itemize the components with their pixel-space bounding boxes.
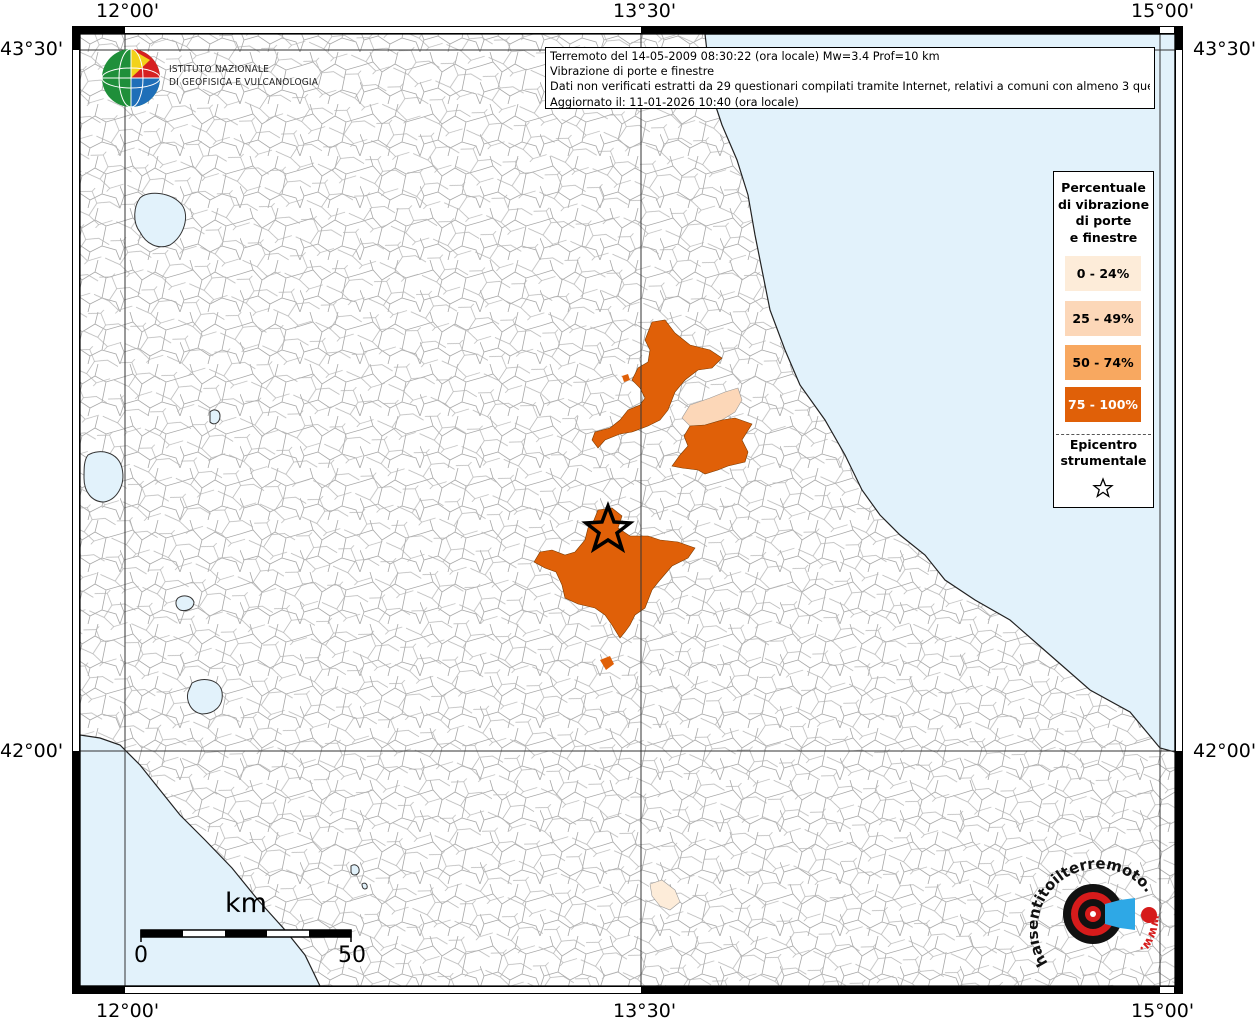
legend-title-4: e finestre bbox=[1069, 229, 1138, 245]
legend-title-1: Percentuale bbox=[1061, 180, 1146, 195]
lake-small-4 bbox=[361, 882, 368, 890]
ingv-logo-line2: DI GEOFISICA E VULCANOLOGIA bbox=[169, 76, 319, 88]
legend-title: Percentuale di vibrazione di porte e fin… bbox=[1054, 180, 1153, 246]
info-line-data: Dati non verificati estratti da 29 quest… bbox=[550, 80, 1150, 94]
ingv-logo-text: ISTITUTO NAZIONALE DI GEOFISICA E VULCAN… bbox=[169, 64, 318, 89]
legend-item-50-74: 50 - 74% bbox=[1065, 345, 1141, 380]
info-line-updated: Aggiornato il: 11-01-2026 10:40 (ora loc… bbox=[550, 95, 799, 109]
hsit-logo-text: haisentitoilterremoto.it www. bbox=[1030, 855, 1163, 970]
coord-bottom-left: 12°00' bbox=[96, 1000, 160, 1022]
coord-right-mid: 42°00' bbox=[1193, 740, 1256, 762]
scale-start: 0 bbox=[134, 943, 148, 968]
svg-text:www.: www. bbox=[1137, 915, 1163, 956]
coord-left-top: 43°30' bbox=[0, 38, 64, 60]
lake-bolsena bbox=[83, 451, 124, 503]
legend-item-75-100: 75 - 100% bbox=[1065, 387, 1141, 422]
ingv-logo-line1: ISTITUTO NAZIONALE bbox=[169, 64, 269, 75]
info-line-event: Terremoto del 14-05-2009 08:30:22 (ora l… bbox=[550, 50, 940, 63]
legend-epicenter-1: Epicentro bbox=[1069, 437, 1138, 452]
hsit-logo-url-text: www. bbox=[1137, 915, 1163, 956]
coord-top-mid: 13°30' bbox=[613, 0, 677, 22]
coord-left-mid: 42°00' bbox=[0, 740, 64, 762]
info-line-topic: Vibrazione di porte e finestre bbox=[550, 65, 715, 79]
lake-bracciano bbox=[187, 679, 223, 715]
coord-top-left: 12°00' bbox=[96, 0, 160, 22]
coord-right-top: 43°30' bbox=[1193, 38, 1256, 60]
lake-small-2 bbox=[209, 409, 221, 425]
svg-text:haisentitoilterremoto.it: haisentitoilterremoto.it bbox=[1030, 855, 1158, 970]
legend-item-0-24: 0 - 24% bbox=[1065, 256, 1141, 291]
lake-small-3 bbox=[350, 864, 360, 876]
coord-top-right: 15°00' bbox=[1131, 0, 1195, 22]
ingv-logo-globe-icon bbox=[101, 48, 161, 108]
coord-bottom-mid: 13°30' bbox=[613, 1000, 677, 1022]
coord-bottom-right: 15°00' bbox=[1131, 1000, 1195, 1022]
scale-unit: km bbox=[225, 888, 267, 919]
legend-epicenter-2: strumentale bbox=[1060, 453, 1147, 468]
hsit-logo-main-text: haisentitoilterremoto.it bbox=[1030, 855, 1158, 970]
lake-small-1 bbox=[175, 595, 195, 612]
scale-end: 50 bbox=[338, 943, 366, 968]
legend-title-2: di vibrazione bbox=[1057, 196, 1150, 212]
legend-title-3: di porte bbox=[1075, 213, 1132, 228]
legend: Percentuale di vibrazione di porte e fin… bbox=[1053, 171, 1154, 508]
legend-star-icon bbox=[1092, 477, 1114, 498]
legend-separator bbox=[1056, 434, 1151, 435]
legend-item-25-49: 25 - 49% bbox=[1065, 301, 1141, 336]
earthquake-info-box: Terremoto del 14-05-2009 08:30:22 (ora l… bbox=[545, 47, 1155, 109]
legend-epicenter-label: Epicentro strumentale bbox=[1054, 437, 1153, 469]
